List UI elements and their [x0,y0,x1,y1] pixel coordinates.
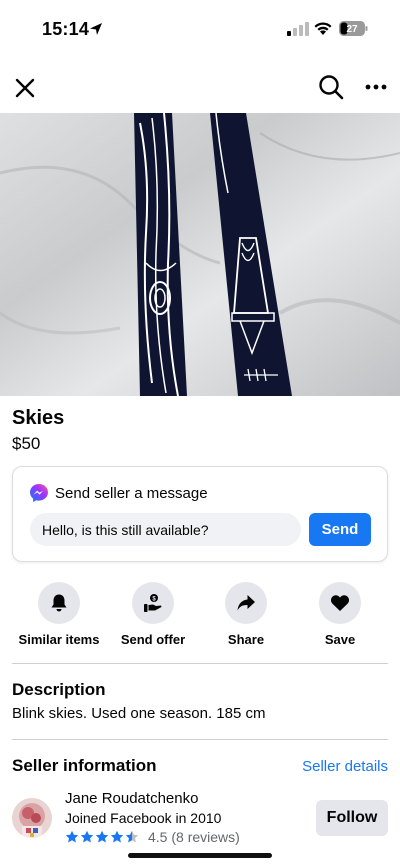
send-button[interactable]: Send [309,513,371,546]
star-full-icon [95,830,109,843]
send-offer-button[interactable]: $ Send offer [107,582,199,647]
seller-avatar[interactable] [12,798,52,838]
follow-button[interactable]: Follow [316,800,388,836]
seller-rating-stars [65,830,139,844]
listing-price: $50 [12,434,41,453]
battery-icon: 27 [339,21,368,36]
send-offer-label: Send offer [120,632,186,647]
message-seller-card: Send seller a message Send [12,466,388,562]
description-heading: Description [12,680,106,699]
status-bar: 15:14 27 [0,0,400,60]
seller-name[interactable]: Jane Roudatchenko [65,790,198,807]
home-indicator [128,853,272,858]
seller-joined: Joined Facebook in 2010 [65,810,222,826]
seller-rating-text[interactable]: 4.5 (8 reviews) [148,829,240,845]
heart-icon [331,595,349,611]
bell-icon [51,594,67,612]
star-half-icon [125,830,139,843]
share-icon [237,595,255,611]
seller-info-heading: Seller information [12,756,157,775]
more-options-icon[interactable] [362,76,390,98]
message-heading: Send seller a message [55,485,208,502]
seller-details-link[interactable]: Seller details [302,758,388,775]
star-full-icon [110,830,124,843]
divider [12,663,388,664]
listing-photo[interactable] [0,113,400,396]
messenger-icon [30,484,48,502]
close-icon[interactable] [12,75,38,101]
status-time: 15:14 [42,19,90,39]
description-text: Blink skies. Used one season. 185 cm [12,705,266,722]
star-full-icon [80,830,94,843]
message-input[interactable] [30,513,301,546]
offer-icon: $ [144,594,162,612]
skis-image [0,113,400,396]
save-label: Save [324,632,356,647]
divider [12,739,388,740]
wifi-icon [314,22,332,35]
location-arrow-icon [90,23,102,35]
similar-items-label: Similar items [18,632,100,647]
star-full-icon [65,830,79,843]
similar-items-button[interactable]: Similar items [13,582,105,647]
battery-level: 27 [346,24,358,35]
cellular-signal-icon [287,22,309,36]
share-button[interactable]: Share [200,582,292,647]
save-button[interactable]: Save [294,582,386,647]
share-label: Share [227,632,265,647]
search-icon[interactable] [317,73,345,101]
listing-title: Skies [12,407,65,429]
